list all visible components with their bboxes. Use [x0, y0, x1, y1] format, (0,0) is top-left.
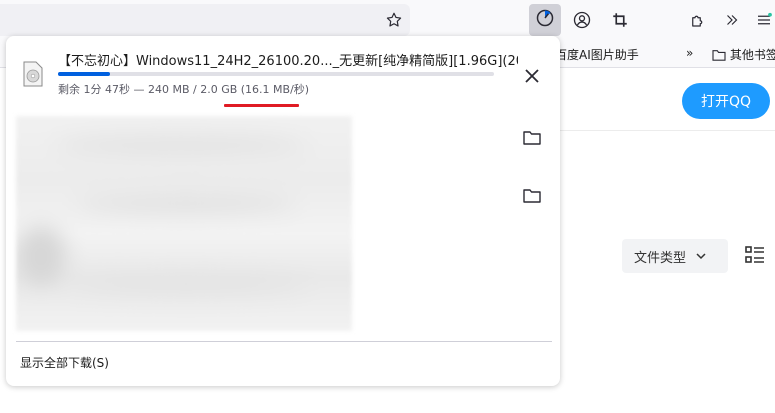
download-progress-fill: [58, 72, 111, 76]
bookmark-star-icon[interactable]: [378, 4, 410, 36]
app-menu-icon[interactable]: [752, 4, 775, 36]
show-all-downloads-link[interactable]: 显示全部下载(S): [20, 354, 109, 371]
blurred-blob: [66, 276, 306, 294]
account-icon[interactable]: [566, 4, 598, 36]
cancel-download-button[interactable]: [518, 62, 546, 90]
extensions-puzzle-icon[interactable]: [682, 4, 714, 36]
bookmark-other-label: 其他书签: [729, 48, 775, 62]
overflow-chevrons-icon[interactable]: [716, 4, 748, 36]
folder-icon: [712, 50, 726, 61]
file-type-dropdown[interactable]: 文件类型: [622, 239, 728, 273]
folder-icon: [523, 188, 541, 203]
bookmark-baidu-ai[interactable]: 百度AI图片助手: [555, 46, 639, 63]
file-type-label: 文件类型: [634, 250, 687, 266]
downloads-button[interactable]: [529, 4, 561, 36]
bookmark-other-folder[interactable]: 其他书签: [712, 46, 775, 63]
blurred-download-items: [16, 116, 352, 331]
show-in-folder-button[interactable]: [520, 125, 544, 149]
download-progress-bar: [58, 72, 494, 76]
divider: [560, 130, 775, 131]
browser-toolbar: [0, 0, 775, 40]
bookmarks-overflow-icon[interactable]: »: [686, 46, 693, 60]
panel-separator: [16, 341, 552, 342]
downloads-panel: 【不忘初心】Windows11_24H2_26100.20..._无更新[纯净精…: [6, 36, 560, 386]
downloads-progress-icon: [535, 8, 555, 32]
folder-icon: [523, 130, 541, 145]
crop-screenshot-icon[interactable]: [604, 4, 636, 36]
list-view-icon[interactable]: [744, 244, 766, 270]
blurred-blob: [16, 226, 66, 286]
download-status: 剩余 1分 47秒 — 240 MB / 2.0 GB (16.1 MB/秒): [58, 83, 310, 96]
close-icon: [525, 69, 539, 83]
download-filename: 【不忘初心】Windows11_24H2_26100.20..._无更新[纯净精…: [58, 54, 518, 69]
blurred-blob: [76, 196, 296, 212]
show-in-folder-button[interactable]: [520, 183, 544, 207]
address-bar[interactable]: [0, 4, 410, 36]
chevron-down-icon: [696, 253, 706, 260]
blurred-blob: [56, 136, 306, 154]
annotation-underline: [224, 104, 299, 107]
disc-image-file-icon: [22, 61, 44, 91]
open-qq-button[interactable]: 打开QQ: [682, 83, 770, 119]
